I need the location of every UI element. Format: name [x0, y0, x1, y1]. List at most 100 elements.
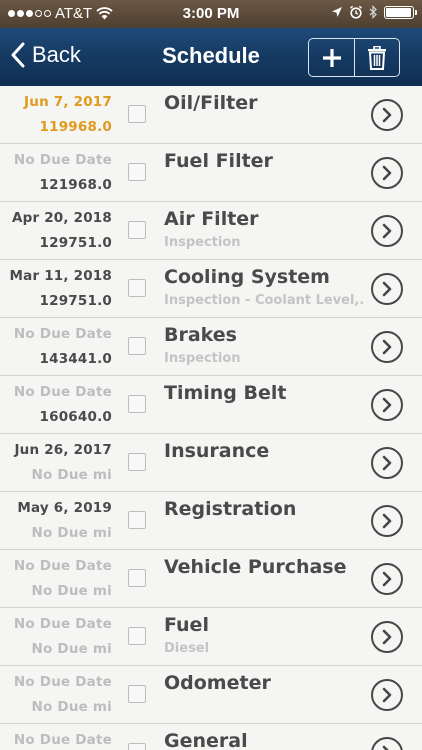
schedule-row[interactable]: No Due Date No Due mi Fuel Diesel [0, 608, 422, 666]
due-date: No Due Date [13, 558, 112, 574]
due-date: No Due Date [13, 326, 112, 342]
due-mileage: No Due mi [31, 525, 112, 541]
item-name: Vehicle Purchase [164, 556, 347, 578]
item-name: Odometer [164, 672, 271, 694]
detail-button[interactable] [371, 679, 403, 711]
due-mileage: No Due mi [31, 699, 112, 715]
nav-actions [308, 38, 400, 77]
due-date: No Due Date [13, 152, 112, 168]
due-mileage: 160640.0 [39, 409, 112, 425]
detail-button[interactable] [371, 505, 403, 537]
detail-button[interactable] [371, 331, 403, 363]
chevron-right-icon [382, 687, 392, 703]
due-date: No Due Date [13, 732, 112, 748]
due-mileage: 121968.0 [39, 177, 112, 193]
item-subtitle: Inspection [164, 235, 241, 250]
item-subtitle: Inspection - Coolant Level,... [164, 293, 364, 308]
complete-checkbox[interactable] [128, 337, 146, 355]
status-bar: AT&T 3:00 PM [0, 0, 422, 28]
item-name: Insurance [164, 440, 270, 462]
chevron-right-icon [382, 745, 389, 750]
location-arrow-icon [332, 7, 342, 17]
complete-checkbox[interactable] [128, 163, 146, 181]
complete-checkbox[interactable] [128, 395, 146, 413]
item-name: Fuel Filter [164, 150, 273, 172]
schedule-row[interactable]: Jun 7, 2017 119968.0 Oil/Filter [0, 86, 422, 144]
detail-button[interactable] [371, 157, 403, 189]
chevron-right-icon [382, 281, 392, 297]
item-name: Registration [164, 498, 297, 520]
alarm-clock-icon [349, 5, 363, 19]
complete-checkbox[interactable] [128, 453, 146, 471]
complete-checkbox[interactable] [128, 221, 146, 239]
item-subtitle: Inspection [164, 351, 241, 366]
schedule-row[interactable]: No Due Date 121968.0 Fuel Filter [0, 144, 422, 202]
item-name: Fuel [164, 614, 209, 636]
chevron-right-icon [382, 339, 392, 355]
schedule-row[interactable]: No Due Date 160640.0 Timing Belt [0, 376, 422, 434]
due-date: No Due Date [13, 384, 112, 400]
trash-icon [368, 45, 386, 70]
schedule-row[interactable]: No Due Date 143441.0 Brakes Inspection [0, 318, 422, 376]
item-name: Air Filter [164, 208, 259, 230]
complete-checkbox[interactable] [128, 569, 146, 587]
due-mileage: 129751.0 [39, 293, 112, 309]
add-button[interactable] [309, 39, 354, 76]
due-mileage: No Due mi [31, 641, 112, 657]
due-date: No Due Date [13, 674, 112, 690]
complete-checkbox[interactable] [128, 279, 146, 297]
schedule-row[interactable]: No Due Date General [0, 724, 422, 750]
chevron-right-icon [382, 397, 392, 413]
due-date: Jun 26, 2017 [14, 442, 112, 458]
schedule-row[interactable]: Apr 20, 2018 129751.0 Air Filter Inspection [0, 202, 422, 260]
due-date: Apr 20, 2018 [11, 210, 112, 226]
schedule-list[interactable]: Jun 7, 2017 119968.0 Oil/Filter No Due Date… [0, 86, 422, 750]
complete-checkbox[interactable] [128, 105, 146, 123]
due-mileage: 143441.0 [39, 351, 112, 367]
due-mileage: 119968.0 [39, 119, 112, 135]
item-name: Timing Belt [164, 382, 287, 404]
detail-button[interactable] [371, 215, 403, 247]
detail-button[interactable] [371, 389, 403, 421]
complete-checkbox[interactable] [128, 743, 146, 750]
item-name: Oil/Filter [164, 92, 258, 114]
schedule-row[interactable]: May 6, 2019 No Due mi Registration [0, 492, 422, 550]
schedule-row[interactable]: Jun 26, 2017 No Due mi Insurance [0, 434, 422, 492]
schedule-row[interactable]: No Due Date No Due mi Odometer [0, 666, 422, 724]
delete-button[interactable] [354, 39, 399, 76]
due-date: May 6, 2019 [17, 500, 112, 516]
due-mileage: 129751.0 [39, 235, 112, 251]
detail-button[interactable] [371, 563, 403, 595]
due-mileage: No Due mi [31, 467, 112, 483]
due-date: Mar 11, 2018 [9, 268, 112, 284]
due-date: Jun 7, 2017 [24, 94, 112, 110]
chevron-right-icon [382, 223, 392, 239]
detail-button[interactable] [371, 273, 403, 305]
plus-icon [322, 48, 341, 67]
battery-icon [384, 5, 417, 19]
chevron-right-icon [382, 513, 392, 529]
due-date: No Due Date [13, 616, 112, 632]
item-name: Cooling System [164, 266, 330, 288]
bluetooth-icon [369, 5, 377, 19]
chevron-right-icon [382, 455, 392, 471]
item-name: Brakes [164, 324, 237, 346]
schedule-row[interactable]: No Due Date No Due mi Vehicle Purchase [0, 550, 422, 608]
due-mileage: No Due mi [31, 583, 112, 599]
chevron-right-icon [382, 571, 392, 587]
complete-checkbox[interactable] [128, 511, 146, 529]
detail-button[interactable] [371, 447, 403, 479]
navigation-bar: Back Schedule [0, 28, 422, 86]
schedule-row[interactable]: Mar 11, 2018 129751.0 Cooling System Inspec… [0, 260, 422, 318]
item-name: General [164, 730, 248, 750]
detail-button[interactable] [371, 621, 403, 653]
detail-button[interactable] [371, 99, 403, 131]
complete-checkbox[interactable] [128, 627, 146, 645]
status-right [331, 5, 417, 19]
chevron-right-icon [382, 165, 392, 181]
complete-checkbox[interactable] [128, 685, 146, 703]
chevron-right-icon [382, 107, 392, 123]
detail-button[interactable] [371, 737, 403, 750]
chevron-right-icon [382, 629, 392, 645]
item-subtitle: Diesel [164, 641, 210, 656]
